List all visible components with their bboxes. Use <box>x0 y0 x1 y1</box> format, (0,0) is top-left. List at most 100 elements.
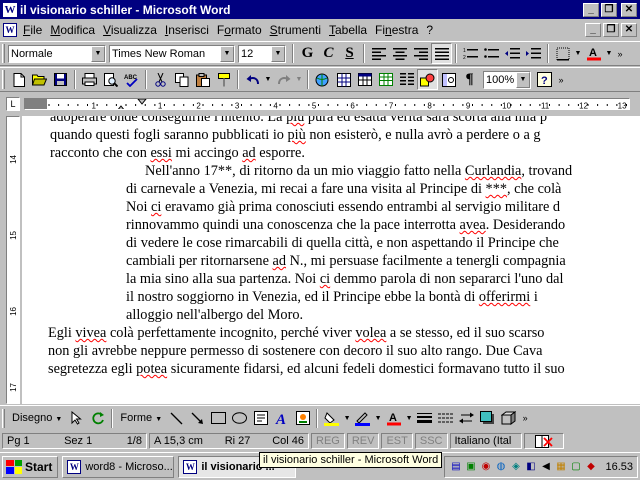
status-language[interactable]: Italiano (Ital <box>449 433 522 449</box>
start-button[interactable]: Start <box>2 455 59 478</box>
word-app-icon[interactable]: W <box>3 2 17 17</box>
borders-button[interactable] <box>552 43 573 64</box>
app-tray-icon[interactable]: ◆ <box>584 460 597 473</box>
modem-icon[interactable]: ◧ <box>524 460 537 473</box>
line-style-button[interactable] <box>414 408 435 429</box>
chevron-down-icon[interactable]: ▼ <box>294 69 304 90</box>
document-line[interactable]: Nell'anno 17**, di ritorno da un mio via… <box>50 162 640 180</box>
scheduler-icon[interactable]: ◈ <box>509 460 522 473</box>
document-line[interactable]: segretezza egli potea sicuramente fidars… <box>48 360 640 378</box>
redo-button[interactable] <box>273 69 294 90</box>
toolbar-more-icon[interactable]: » <box>519 408 531 429</box>
text-box-button[interactable] <box>250 408 271 429</box>
align-center-button[interactable] <box>389 43 410 64</box>
print-button[interactable] <box>79 69 100 90</box>
minimize-button[interactable]: _ <box>583 2 599 17</box>
drawing-button[interactable] <box>417 69 438 90</box>
cut-button[interactable] <box>150 69 171 90</box>
document-line[interactable]: alloggio nell'albergo del Moro. <box>50 306 640 324</box>
format-painter-button[interactable] <box>213 69 234 90</box>
status-ovr[interactable]: SSC <box>414 433 448 449</box>
increase-indent-button[interactable] <box>523 43 544 64</box>
hyperlink-button[interactable] <box>312 69 333 90</box>
menu-help[interactable]: ? <box>422 23 437 37</box>
draw-font-color-button[interactable]: A <box>383 408 404 429</box>
ruler-strip[interactable]: 1123456789101112131415 <box>24 98 630 110</box>
status-rec[interactable]: REG <box>311 433 345 449</box>
globe-icon[interactable]: ◍ <box>494 460 507 473</box>
arrow-style-button[interactable] <box>456 408 477 429</box>
print-preview-button[interactable] <box>100 69 121 90</box>
oval-button[interactable] <box>229 408 250 429</box>
document-line[interactable]: non gli avrebbe neppure permesso di sost… <box>48 342 640 360</box>
tables-borders-button[interactable] <box>333 69 354 90</box>
menu-finestra[interactable]: Finestra <box>371 23 422 37</box>
save-button[interactable] <box>50 69 71 90</box>
doc-restore-button[interactable]: ❐ <box>603 23 619 37</box>
chevron-down-icon[interactable]: ▼ <box>91 45 105 62</box>
insert-table-button[interactable] <box>354 69 375 90</box>
document-area[interactable]: adoperare onde conseguirne l'intento. La… <box>22 116 640 404</box>
menu-formato[interactable]: Formato <box>213 23 266 37</box>
document-line[interactable]: adoperare onde conseguirne l'intento. La… <box>50 116 640 126</box>
chevron-down-icon[interactable]: ▼ <box>263 69 273 90</box>
hanging-indent-marker[interactable] <box>117 105 125 110</box>
dash-style-button[interactable] <box>435 408 456 429</box>
vertical-ruler[interactable]: 14 15 16 17 <box>6 116 20 404</box>
chevron-down-icon[interactable]: ▼ <box>220 45 234 62</box>
toolbar-more-icon[interactable]: » <box>614 43 626 64</box>
fill-color-button[interactable] <box>321 408 342 429</box>
tab-selector[interactable]: L <box>6 97 20 111</box>
status-position[interactable]: A 15,3 cm Ri 27 Col 46 <box>149 433 309 449</box>
menu-file[interactable]: File <box>19 23 46 37</box>
toolbar-grip[interactable] <box>2 44 5 63</box>
copy-button[interactable] <box>171 69 192 90</box>
chevron-down-icon[interactable]: ▼ <box>404 408 414 429</box>
document-line[interactable]: quando questi fogli saranno pubblicati i… <box>50 126 640 144</box>
status-page-section[interactable]: Pg 1 Sez 1 1/8 <box>2 433 147 449</box>
spelling-status[interactable] <box>523 433 564 449</box>
free-rotate-button[interactable] <box>87 408 108 429</box>
autoshapes-button[interactable]: Forme ▼ <box>116 412 166 424</box>
document-icon[interactable]: W <box>3 23 17 37</box>
show-hide-button[interactable]: ¶ <box>459 69 480 90</box>
wordart-button[interactable]: A <box>271 408 292 429</box>
insert-excel-button[interactable] <box>375 69 396 90</box>
first-line-indent-marker[interactable] <box>137 99 147 105</box>
new-document-button[interactable] <box>8 69 29 90</box>
draw-menu-button[interactable]: Disegno ▼ <box>8 412 66 424</box>
chevron-down-icon[interactable]: ▼ <box>516 71 530 88</box>
paste-button[interactable] <box>192 69 213 90</box>
taskbar-task[interactable]: Wword8 - Microso... <box>62 455 175 478</box>
monitor-icon[interactable]: ▣ <box>464 460 477 473</box>
line-button[interactable] <box>166 408 187 429</box>
columns-button[interactable] <box>396 69 417 90</box>
font-combo[interactable]: Times New Roman ▼ <box>109 44 235 63</box>
line-color-button[interactable] <box>352 408 373 429</box>
close-button[interactable]: ✕ <box>621 2 637 17</box>
document-line[interactable]: rinnovammo quindi una conoscenza che la … <box>50 216 640 234</box>
antivirus-icon[interactable]: ◉ <box>479 460 492 473</box>
document-line[interactable]: racconto che con essi mi accingo ad espo… <box>50 144 640 162</box>
font-color-button[interactable]: A <box>583 43 604 64</box>
bold-button[interactable]: G <box>297 43 318 64</box>
menu-modifica[interactable]: Modifica <box>46 23 99 37</box>
decrease-indent-button[interactable] <box>502 43 523 64</box>
document-line[interactable]: di carnevale a Venezia, mi recai a fare … <box>50 180 640 198</box>
toolbar-grip[interactable] <box>2 70 5 89</box>
horizontal-ruler[interactable]: L 1123456789101112131415 <box>0 93 640 115</box>
menu-visualizza[interactable]: Visualizza <box>99 23 161 37</box>
spelling-button[interactable]: ABC <box>121 69 142 90</box>
open-button[interactable] <box>29 69 50 90</box>
office-assistant-button[interactable]: ? <box>534 69 555 90</box>
menu-inserisci[interactable]: Inserisci <box>161 23 213 37</box>
chevron-down-icon[interactable]: ▼ <box>271 45 285 62</box>
align-right-button[interactable] <box>410 43 431 64</box>
chevron-down-icon[interactable]: ▼ <box>604 43 614 64</box>
document-line[interactable]: cambiali per ritornarsene ad N., mi pers… <box>50 252 640 270</box>
chevron-down-icon[interactable]: ▼ <box>342 408 352 429</box>
size-combo[interactable]: 12 ▼ <box>238 44 286 63</box>
display-icon[interactable]: ▢ <box>569 460 582 473</box>
menu-strumenti[interactable]: Strumenti <box>266 23 325 37</box>
printer-tray-icon[interactable]: ▦ <box>554 460 567 473</box>
